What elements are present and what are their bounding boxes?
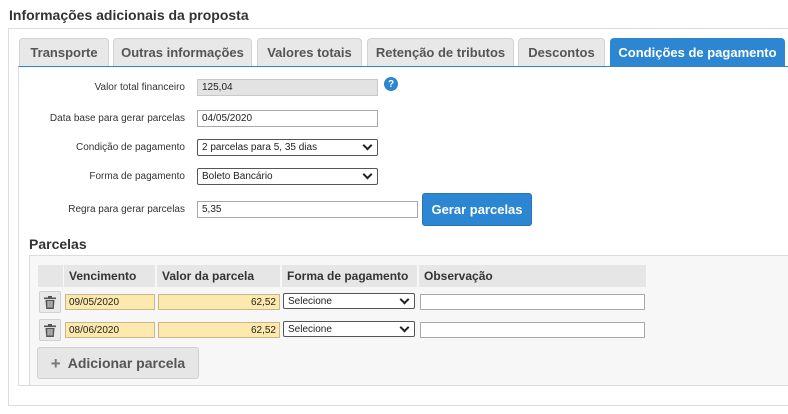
condicao-pagamento-value: 2 parcelas para 5, 35 dias	[202, 142, 318, 153]
help-icon[interactable]: ?	[384, 77, 398, 91]
valor-total-label: Valor total financeiro	[94, 82, 185, 93]
table-header-blank	[38, 265, 63, 287]
add-parcela-label: Adicionar parcela	[67, 355, 186, 371]
add-parcela-button[interactable]: + Adicionar parcela	[37, 347, 199, 379]
tab-valores-totais[interactable]: Valores totais	[257, 38, 362, 66]
valor-parcela-input[interactable]: 62,52	[158, 294, 280, 310]
data-base-label: Data base para gerar parcelas	[49, 113, 185, 124]
delete-row-button[interactable]	[39, 291, 61, 313]
vencimento-input[interactable]: 08/06/2020	[65, 322, 155, 338]
valor-parcela-input[interactable]: 62,52	[158, 322, 280, 338]
tab-descontos[interactable]: Descontos	[518, 38, 605, 66]
tab-transporte[interactable]: Transporte	[19, 38, 109, 66]
col-valor-parcela: Valor da parcela	[157, 265, 280, 287]
forma-pagamento-row-select[interactable]: Selecione	[283, 293, 415, 309]
regra-label: Regra para gerar parcelas	[68, 204, 185, 215]
trash-icon	[44, 323, 56, 337]
data-base-input[interactable]: 04/05/2020	[197, 110, 378, 127]
forma-pagamento-select[interactable]: Boleto Bancário	[197, 168, 378, 185]
observacao-input[interactable]	[420, 294, 645, 310]
vencimento-input[interactable]: 09/05/2020	[65, 294, 155, 310]
forma-pagamento-row-value: Selecione	[288, 323, 332, 335]
plus-icon: +	[50, 353, 61, 373]
chevron-down-icon	[362, 140, 373, 151]
parcelas-title: Parcelas	[29, 236, 87, 252]
observacao-input[interactable]	[420, 322, 645, 338]
valor-total-field: 125,04	[197, 79, 378, 96]
tab-outras-informacoes[interactable]: Outras informações	[113, 38, 252, 66]
tab-retencao-tributos[interactable]: Retenção de tributos	[367, 38, 514, 66]
gerar-parcelas-button[interactable]: Gerar parcelas	[422, 193, 532, 226]
chevron-down-icon	[399, 322, 410, 332]
trash-icon	[44, 295, 56, 309]
chevron-down-icon	[399, 294, 410, 304]
regra-input[interactable]: 5,35	[197, 201, 418, 218]
forma-pagamento-row-select[interactable]: Selecione	[283, 321, 415, 337]
condicao-pagamento-label: Condição de pagamento	[76, 142, 185, 153]
forma-pagamento-label: Forma de pagamento	[89, 171, 185, 182]
tab-condicoes-pagamento[interactable]: Condições de pagamento	[610, 38, 785, 66]
page-title: Informações adicionais da proposta	[9, 7, 249, 23]
chevron-down-icon	[362, 169, 373, 180]
col-observacao: Observação	[419, 265, 646, 287]
forma-pagamento-value: Boleto Bancário	[202, 171, 273, 182]
delete-row-button[interactable]	[39, 319, 61, 341]
forma-pagamento-row-value: Selecione	[288, 295, 332, 307]
col-vencimento: Vencimento	[64, 265, 155, 287]
condicao-pagamento-select[interactable]: 2 parcelas para 5, 35 dias	[197, 139, 378, 156]
col-forma-pagamento: Forma de pagamento	[282, 265, 417, 287]
